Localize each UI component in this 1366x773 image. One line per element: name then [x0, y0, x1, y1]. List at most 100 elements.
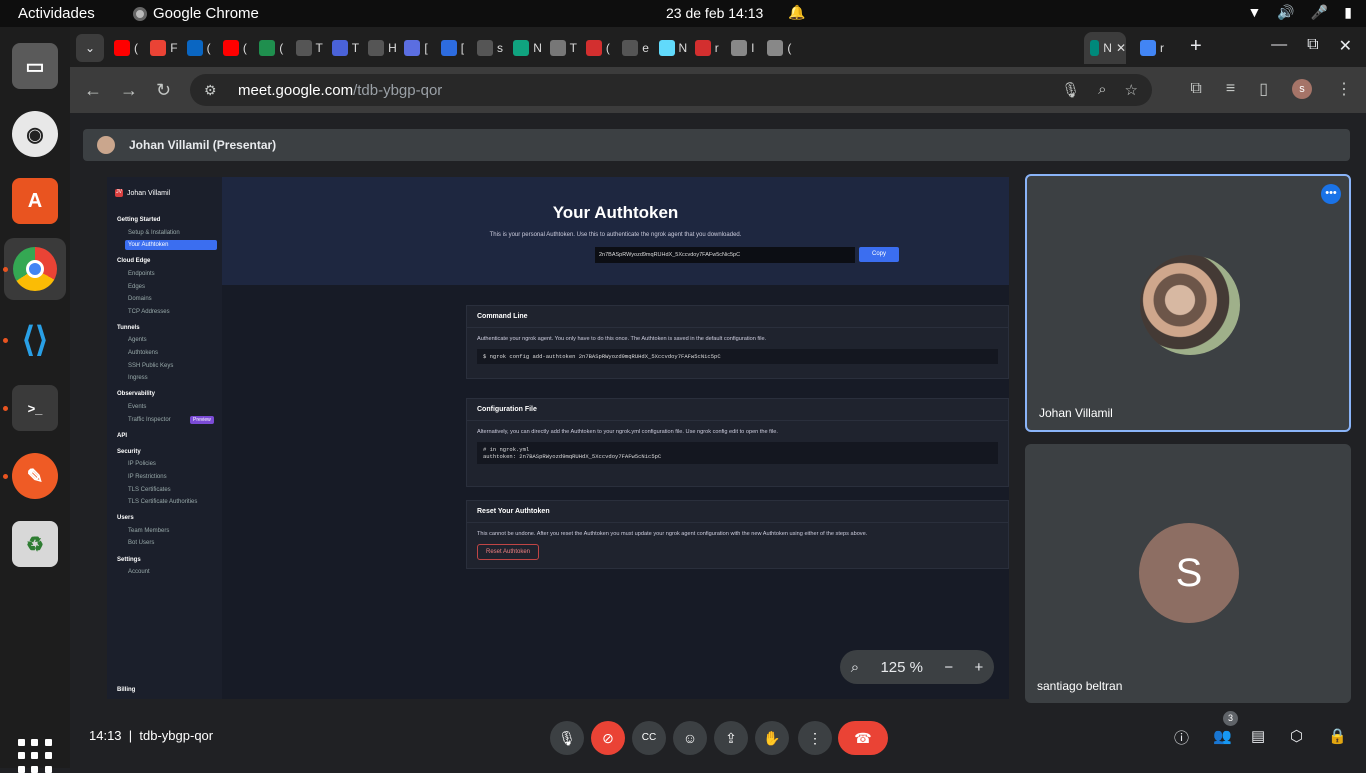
minimize-icon[interactable]: —	[1271, 36, 1287, 56]
more-options-icon[interactable]: •••	[1321, 184, 1341, 204]
tab-app[interactable]: (	[585, 35, 620, 61]
tab-title: [	[460, 41, 465, 55]
menu-kebab-icon[interactable]: ⋮	[1336, 79, 1352, 99]
app-icon	[440, 40, 457, 56]
rhythmbox-icon[interactable]: ◉	[12, 111, 58, 157]
shared-screen[interactable]: JV Johan Villamil Getting Started Setup & …	[107, 177, 1009, 699]
sidebar-group: API	[117, 432, 128, 439]
tab-github[interactable]: e	[622, 35, 656, 61]
chatgpt-icon	[513, 40, 530, 56]
tab-app[interactable]: [	[440, 35, 475, 61]
sidebar-item: Team Members	[128, 527, 170, 534]
youtube-icon	[114, 40, 130, 56]
files-icon[interactable]: ▭	[12, 43, 58, 89]
github-icon	[477, 40, 493, 56]
tab-meet[interactable]: N ✕	[1084, 32, 1126, 64]
media-controls-icon[interactable]: ≡	[1226, 80, 1235, 98]
chat-icon[interactable]: ▤	[1251, 727, 1265, 745]
page-subtitle: This is your personal Authtoken. Use thi…	[489, 232, 742, 238]
participant-tile[interactable]: ••• Johan Villamil	[1025, 174, 1351, 432]
active-app-menu[interactable]: Google Chrome	[133, 5, 259, 22]
leave-call-button[interactable]: ☎	[838, 721, 888, 755]
mic-button[interactable]: 🎙	[550, 721, 584, 755]
preview-badge: Preview	[190, 415, 214, 424]
back-icon[interactable]: ←	[84, 80, 102, 101]
system-tray[interactable]: ▼ 🔊 🎤 ▮	[1248, 4, 1352, 21]
host-controls-icon[interactable]: 🔒	[1328, 727, 1347, 745]
tab-chatgpt[interactable]: N	[513, 35, 547, 61]
zoom-icon[interactable]: ⌕	[1098, 81, 1106, 99]
tab-app[interactable]: r	[694, 35, 729, 61]
tab-google[interactable]: r	[1140, 35, 1174, 61]
google-icon	[1140, 40, 1156, 56]
tab-search-button[interactable]: ⌄	[76, 34, 104, 62]
close-tab-icon[interactable]: ✕	[1116, 41, 1126, 55]
camera-off-button[interactable]: ⊘	[591, 721, 625, 755]
raise-hand-button[interactable]: ✋	[755, 721, 789, 755]
tab-app[interactable]: T	[331, 35, 366, 61]
participant-avatar: S	[1139, 523, 1239, 623]
mic-icon[interactable]: 🎙	[1061, 81, 1080, 99]
bookmark-star-icon[interactable]: ☆	[1125, 81, 1138, 99]
zoom-out-button[interactable]: −	[944, 659, 953, 676]
tab-w-logo[interactable]: (	[259, 35, 293, 61]
activities-button[interactable]: Actividades	[18, 5, 95, 22]
participant-tile[interactable]: S santiago beltran	[1025, 444, 1351, 703]
trash-icon[interactable]: ♻	[12, 521, 58, 567]
vscode-icon[interactable]: ⟨⟩	[12, 317, 58, 363]
chrome-icon[interactable]	[4, 238, 66, 300]
sidebar-item: Agents	[128, 337, 147, 344]
info-icon[interactable]: ⓘ	[1174, 727, 1189, 748]
bell-icon[interactable]: 🔔	[788, 4, 805, 21]
tab-youtube[interactable]: (	[114, 35, 148, 61]
billing-item: Billing	[117, 687, 136, 693]
activities-icon[interactable]: ⬡	[1290, 727, 1303, 745]
sidebar-item: Ingress	[128, 375, 148, 382]
extensions-icon[interactable]: ⧉	[1190, 80, 1201, 98]
reload-icon[interactable]: ↻	[156, 80, 171, 101]
address-bar[interactable]: ⚙ meet.google.com/tdb-ybgp-qor 🎙 ⌕ ☆	[190, 74, 1152, 106]
tab-app[interactable]: (	[767, 35, 801, 61]
react-icon	[658, 40, 675, 56]
tab-linkedin[interactable]: (	[186, 35, 221, 61]
close-window-icon[interactable]: ✕	[1339, 36, 1352, 56]
site-info-icon[interactable]: ⚙	[204, 82, 222, 99]
captions-button[interactable]: CC	[632, 721, 666, 755]
app-icon	[549, 40, 566, 56]
new-tab-button[interactable]: +	[1190, 35, 1202, 58]
app-icon	[731, 40, 748, 56]
tab-title: (	[787, 41, 792, 55]
people-count-badge: 3	[1223, 711, 1238, 726]
clock[interactable]: 23 de feb 14:13	[666, 5, 763, 21]
maximize-icon[interactable]: ⧉	[1307, 36, 1318, 56]
reactions-button[interactable]: ☺	[673, 721, 707, 755]
tab-app[interactable]: T	[549, 35, 584, 61]
tab-github[interactable]: T	[295, 35, 330, 61]
participant-name: santiago beltran	[1037, 679, 1123, 693]
tab-youtube[interactable]: (	[222, 35, 257, 61]
tab-github[interactable]: H	[368, 35, 402, 61]
side-panel-icon[interactable]: ▯	[1259, 79, 1268, 99]
tab-github[interactable]: s	[477, 35, 511, 61]
zoom-in-button[interactable]: +	[975, 659, 984, 676]
forward-icon[interactable]: →	[120, 80, 138, 101]
sidebar-item: IP Restrictions	[128, 473, 167, 480]
app-center-icon[interactable]: A	[12, 178, 58, 224]
people-icon[interactable]: 👥	[1213, 727, 1232, 745]
postman-icon[interactable]: ✎	[12, 453, 58, 499]
tab-app[interactable]: I	[731, 35, 765, 61]
tab-title: N	[678, 41, 688, 55]
browser-toolbar: ← → ↻ ⚙ meet.google.com/tdb-ybgp-qor 🎙 ⌕…	[70, 67, 1366, 113]
tab-app[interactable]: [	[404, 35, 438, 61]
tab-gmail[interactable]: F	[150, 35, 184, 61]
meet-icon	[1090, 40, 1100, 56]
sidebar-item: Bot Users	[128, 540, 155, 547]
more-options-button[interactable]: ⋮	[798, 721, 832, 755]
dock: ▭ ◉ A ⟨⟩ >_ ✎ ♻	[0, 27, 70, 773]
tab-react[interactable]: N	[658, 35, 693, 61]
present-button[interactable]: ⇪	[714, 721, 748, 755]
sidebar-item: SSH Public Keys	[128, 362, 174, 369]
profile-avatar[interactable]: s	[1292, 79, 1312, 99]
terminal-icon[interactable]: >_	[12, 385, 58, 431]
microphone-icon: 🎤	[1310, 4, 1329, 20]
